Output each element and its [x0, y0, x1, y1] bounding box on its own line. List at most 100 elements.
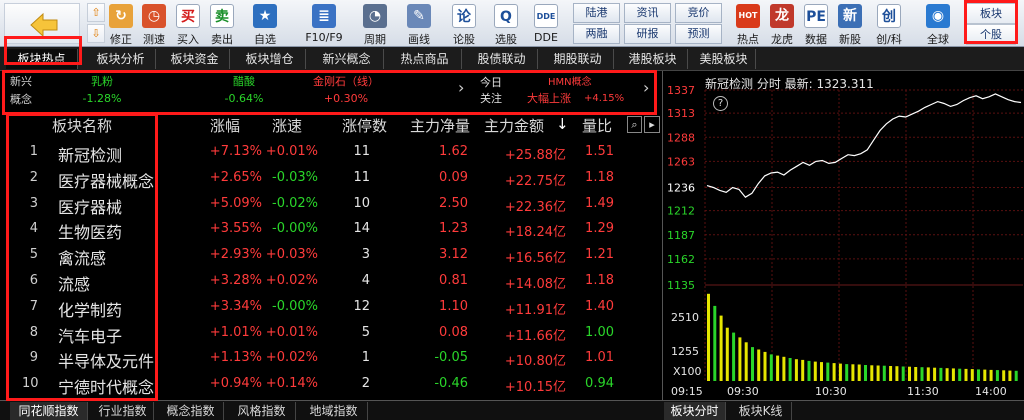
- pair-button-2-top[interactable]: 竞价: [675, 3, 722, 23]
- dragon-tiger-icon: 龙: [770, 4, 794, 28]
- tab-5[interactable]: 热点商品: [388, 49, 462, 69]
- table-row[interactable]: 3 医疗器械 +5.09% -0.02% 10 2.50 +22.36亿 1.49: [0, 192, 662, 218]
- table-row[interactable]: 9 半导体及元件 +1.13% +0.02% 1 -0.05 +10.80亿 1.01: [0, 346, 662, 372]
- tab-6[interactable]: 股债联动: [466, 49, 538, 69]
- chart-tab-1[interactable]: 板块K线: [730, 402, 792, 420]
- time-tick-label: 10:30: [815, 385, 847, 398]
- volume-bar: [983, 369, 987, 381]
- correction-icon: ↻: [109, 4, 133, 28]
- toolbar-button-10[interactable]: DDE DDE: [533, 2, 559, 45]
- column-header-2[interactable]: 涨速: [272, 115, 302, 136]
- back-button[interactable]: [4, 3, 80, 44]
- cell-idx: 2: [29, 169, 38, 185]
- table-row[interactable]: 6 流感 +3.28% +0.02% 4 0.81 +14.08亿 1.18: [0, 269, 662, 295]
- tool-button-0[interactable]: HOT 热点: [734, 2, 762, 46]
- column-header-1[interactable]: 涨幅: [210, 115, 240, 136]
- search-icon[interactable]: ⌕: [627, 116, 642, 133]
- toolbar-button-6[interactable]: ◔ 周期: [361, 2, 389, 46]
- tool-button-4[interactable]: 创创/科: [870, 2, 908, 46]
- toolbar-button-label: 修正: [110, 33, 132, 46]
- toolbar-button-7[interactable]: ✎ 画线: [405, 2, 433, 46]
- pair-button-1-top[interactable]: 资讯: [624, 3, 671, 23]
- pair-button-0-top[interactable]: 陆港: [573, 3, 620, 23]
- column-header-0[interactable]: 板块名称: [52, 115, 112, 136]
- toolbar-button-9[interactable]: Q 选股: [491, 2, 521, 46]
- cell-ratio: 1.00: [585, 324, 614, 340]
- table-row[interactable]: 2 医疗器械概念 +2.65% -0.03% 11 0.09 +22.75亿 1.18: [0, 166, 662, 192]
- toolbar-button-8[interactable]: 论论股: [449, 2, 479, 46]
- tab-2[interactable]: 板块资金: [160, 49, 230, 69]
- table-row[interactable]: 4 生物医药 +3.55% -0.00% 14 1.23 +18.24亿 1.29: [0, 217, 662, 243]
- table-row[interactable]: 7 化学制药 +3.34% -0.00% 12 1.10 +11.91亿 1.40: [0, 295, 662, 321]
- volume-bar: [788, 358, 792, 381]
- volume-bar: [744, 342, 748, 381]
- table-row[interactable]: 1 新冠检测 +7.13% +0.01% 11 1.62 +25.88亿 1.51: [0, 140, 662, 166]
- volume-bar: [820, 362, 823, 381]
- bottom-tab-1[interactable]: 行业指数: [92, 402, 154, 420]
- focus-concept-name[interactable]: HMN概念: [548, 76, 592, 89]
- cell-amount: +16.56亿: [504, 251, 566, 267]
- tool-button-5[interactable]: ◉ 全球: [920, 2, 956, 46]
- toolbar-button-4[interactable]: ★ 自选: [243, 2, 287, 46]
- toolbar-button-5[interactable]: ≣ F10/F9: [303, 2, 345, 45]
- buy-icon: 买: [176, 4, 200, 28]
- tab-8[interactable]: 港股板块: [618, 49, 688, 69]
- volume-bar: [964, 368, 968, 381]
- cell-name: 化学制药: [58, 300, 123, 320]
- stock-button[interactable]: 个股: [966, 24, 1016, 45]
- bottom-tab-0[interactable]: 同花顺指数: [10, 402, 88, 420]
- price-tick-label: 1313: [667, 107, 695, 120]
- column-header-5[interactable]: 主力金额: [484, 115, 544, 136]
- ticker-label-top: 新兴: [10, 75, 32, 88]
- tab-0[interactable]: 板块热点: [6, 49, 78, 69]
- bottom-tab-2[interactable]: 概念指数: [158, 402, 224, 420]
- sector-tab-bar: 板块热点 板块分析 板块资金 板块增仓 新兴概念 热点商品 股债联动 期股联动 港股板块 美股板块: [0, 47, 1024, 71]
- pair-button-0-bottom[interactable]: 两融: [573, 24, 620, 44]
- tab-9[interactable]: 美股板块: [692, 49, 756, 69]
- focus-next-icon[interactable]: ›: [643, 80, 649, 96]
- next-column-icon[interactable]: ▸: [644, 116, 660, 133]
- up-arrow-button[interactable]: ⇧: [87, 3, 105, 22]
- tab-3[interactable]: 板块增仓: [234, 49, 306, 69]
- tool-button-2[interactable]: PE 数据: [802, 2, 830, 46]
- volume-bar: [970, 369, 974, 381]
- pair-button-2-bottom[interactable]: 预测: [675, 24, 722, 44]
- tool-button-3[interactable]: 新新股: [836, 2, 864, 46]
- toolbar-button-0[interactable]: ↻ 修正: [107, 2, 135, 46]
- chart-tab-0[interactable]: 板块分时: [664, 402, 726, 420]
- tab-4[interactable]: 新兴概念: [310, 49, 384, 69]
- bottom-tab-4[interactable]: 地域指数: [300, 402, 368, 420]
- volume-bar: [813, 361, 817, 381]
- up-arrow-icon: ⇧: [91, 6, 101, 19]
- cell-amount: +10.15亿: [504, 380, 566, 396]
- table-row[interactable]: 8 汽车电子 +1.01% +0.01% 5 0.08 +11.66亿 1.00: [0, 321, 662, 347]
- bottom-tab-bar: 同花顺指数 行业指数 概念指数 风格指数 地域指数 板块分时 板块K线: [0, 400, 1024, 420]
- column-header-3[interactable]: 涨停数: [342, 115, 387, 136]
- cell-net: -0.05: [434, 350, 468, 366]
- tab-1[interactable]: 板块分析: [86, 49, 156, 69]
- ticker-item-name[interactable]: 金刚石（线）: [286, 75, 406, 88]
- today-focus-label-bottom: 关注: [480, 92, 502, 105]
- pair-button-1-bottom[interactable]: 研报: [624, 24, 671, 44]
- volume-bar: [939, 367, 943, 381]
- sector-button[interactable]: 板块: [966, 3, 1016, 24]
- tool-button-1[interactable]: 龙龙虎: [768, 2, 796, 46]
- cell-limit: 14: [353, 221, 370, 237]
- toolbar-button-2[interactable]: 买买入: [174, 2, 202, 46]
- table-row[interactable]: 5 禽流感 +2.93% +0.03% 3 3.12 +16.56亿 1.21: [0, 243, 662, 269]
- bottom-tab-3[interactable]: 风格指数: [228, 402, 296, 420]
- intraday-chart-panel: 新冠检测 分时 最新: 1323.311 ? 1337 1313 1288 1263 1…: [662, 71, 1024, 400]
- table-row[interactable]: 10 宁德时代概念 +0.94% +0.14% 2 -0.46 +10.15亿 0.94: [0, 372, 662, 398]
- column-header-6[interactable]: 量比: [582, 115, 612, 136]
- volume-bar: [876, 365, 880, 381]
- toolbar-button-3[interactable]: 卖卖出: [208, 2, 236, 46]
- toolbar-button-1[interactable]: ◷ 测速: [140, 2, 168, 46]
- cell-ratio: 1.40: [585, 298, 614, 314]
- ticker-item-name[interactable]: 乳粉: [42, 75, 162, 88]
- tool-button-label: 热点: [737, 33, 759, 46]
- sort-desc-icon[interactable]: ↓: [556, 115, 569, 133]
- column-header-4[interactable]: 主力净量: [410, 115, 470, 136]
- volume-bar: [845, 364, 849, 381]
- ticker-next-icon[interactable]: ›: [458, 80, 464, 96]
- tab-7[interactable]: 期股联动: [542, 49, 614, 69]
